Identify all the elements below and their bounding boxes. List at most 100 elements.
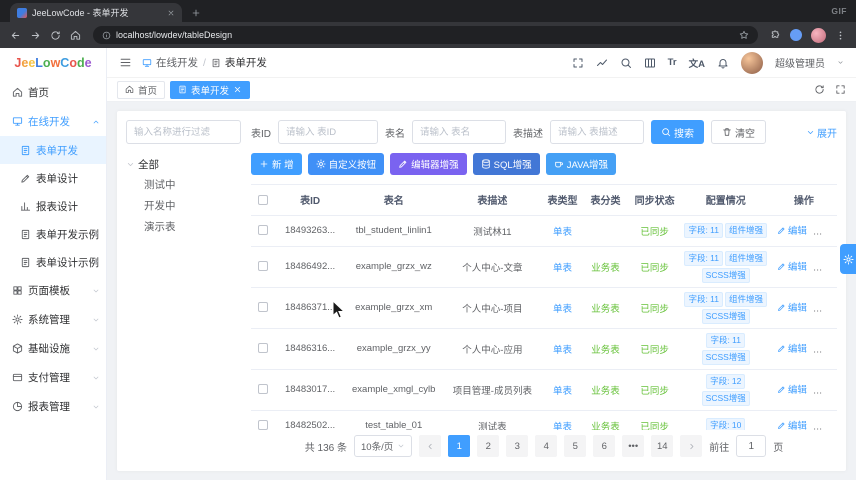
browser-tab[interactable]: JeeLowCode - 表单开发 xyxy=(10,3,182,22)
page-button-last[interactable]: 14 xyxy=(651,435,674,457)
bookmark-star-icon[interactable] xyxy=(739,30,749,40)
tab-form-dev[interactable]: 表单开发 xyxy=(170,80,251,99)
chevron-down-icon xyxy=(92,287,100,295)
app-header: 在线开发 / 表单开发 Tr 文A 超级管理员 xyxy=(107,48,856,78)
address-bar[interactable]: localhost/lowdev/tableDesign xyxy=(93,26,758,44)
table-desc-input[interactable] xyxy=(550,120,644,144)
sidebar-item-report-mgmt[interactable]: 报表管理 xyxy=(0,392,106,421)
sidebar-item-form-design[interactable]: 表单设计 xyxy=(0,164,106,192)
editor-enhance-button[interactable]: 编辑器增强 xyxy=(390,153,467,175)
edit-button[interactable]: 编辑 xyxy=(777,259,807,273)
row-checkbox[interactable] xyxy=(258,384,269,395)
next-page-button[interactable] xyxy=(680,435,703,457)
sidebar-item-home[interactable]: 首页 xyxy=(0,78,106,107)
back-icon[interactable] xyxy=(10,30,21,41)
sidebar-item-online-dev[interactable]: 在线开发 xyxy=(0,107,106,136)
goto-page-input[interactable] xyxy=(736,435,767,457)
expand-toggle[interactable]: 展开 xyxy=(806,125,837,140)
page-button[interactable]: 4 xyxy=(535,435,558,457)
sidebar-item-form-dev-example[interactable]: 表单开发示例 xyxy=(0,220,106,248)
close-icon[interactable] xyxy=(233,85,242,94)
refresh-icon[interactable] xyxy=(814,84,825,95)
java-enhance-button[interactable]: JAVA增强 xyxy=(545,153,617,175)
site-info-icon[interactable] xyxy=(102,31,111,40)
font-size-icon[interactable]: Tr xyxy=(668,57,677,68)
translate-icon[interactable]: 文A xyxy=(689,56,705,70)
page-button[interactable]: 5 xyxy=(564,435,587,457)
reload-icon[interactable] xyxy=(50,30,61,41)
edit-icon xyxy=(777,262,786,271)
sidebar-item-report-design[interactable]: 报表设计 xyxy=(0,192,106,220)
select-all-checkbox[interactable] xyxy=(258,194,269,205)
row-checkbox[interactable] xyxy=(258,343,269,354)
add-button[interactable]: 新 增 xyxy=(251,153,302,175)
search-button[interactable]: 搜索 xyxy=(651,120,704,144)
column-header: 表分类 xyxy=(582,185,629,216)
avatar[interactable] xyxy=(741,51,763,74)
edit-button[interactable]: 编辑 xyxy=(777,223,807,237)
sidebar-item-payment-mgmt[interactable]: 支付管理 xyxy=(0,363,106,392)
row-checkbox[interactable] xyxy=(258,225,269,236)
browser-profile-avatar[interactable] xyxy=(811,27,826,43)
search-icon[interactable] xyxy=(620,57,632,69)
chevron-down-icon xyxy=(834,227,837,234)
gear-icon xyxy=(12,314,23,325)
edit-button[interactable]: 编辑 xyxy=(777,341,807,355)
sidebar-item-label: 报表设计 xyxy=(36,200,78,213)
row-checkbox[interactable] xyxy=(258,420,269,430)
browser-tabstrip: JeeLowCode - 表单开发 GIF xyxy=(0,0,856,22)
category-panel: 全部 测试中 开发中 演示表 xyxy=(126,120,241,462)
page-size-select[interactable]: 10条/页 xyxy=(354,435,413,457)
tree-node-testing[interactable]: 测试中 xyxy=(126,175,241,196)
username[interactable]: 超级管理员 xyxy=(775,55,825,70)
tab-close-icon[interactable] xyxy=(167,9,175,17)
bell-icon[interactable] xyxy=(717,57,729,69)
expand-icon[interactable] xyxy=(835,84,846,95)
page-button[interactable]: 3 xyxy=(506,435,529,457)
tree-filter-input[interactable] xyxy=(126,120,241,144)
hamburger-icon[interactable] xyxy=(119,56,132,69)
table-name-input[interactable] xyxy=(412,120,506,144)
browser-toolbar: localhost/lowdev/tableDesign xyxy=(0,22,856,48)
tree-node-demo[interactable]: 演示表 xyxy=(126,217,241,238)
row-checkbox[interactable] xyxy=(258,302,269,313)
sidebar-item-system-mgmt[interactable]: 系统管理 xyxy=(0,305,106,334)
row-checkbox[interactable] xyxy=(258,261,269,272)
edit-button[interactable]: 编辑 xyxy=(777,382,807,396)
extensions-icon[interactable] xyxy=(770,29,781,41)
tree-node-all[interactable]: 全部 xyxy=(126,153,241,175)
edit-button[interactable]: 编辑 xyxy=(777,300,807,314)
custom-button-button[interactable]: 自定义按钮 xyxy=(307,153,385,175)
more-pages-button[interactable]: ••• xyxy=(622,435,645,457)
browser-home-icon[interactable] xyxy=(70,30,81,41)
clear-button[interactable]: 清空 xyxy=(711,120,766,144)
tree-node-developing[interactable]: 开发中 xyxy=(126,196,241,217)
breadcrumb-parent[interactable]: 在线开发 xyxy=(156,55,198,70)
tab-home[interactable]: 首页 xyxy=(117,80,166,99)
page-button[interactable]: 6 xyxy=(593,435,616,457)
table-id-input[interactable] xyxy=(278,120,378,144)
forward-icon[interactable] xyxy=(30,30,41,41)
action-toolbar: 新 增 自定义按钮 编辑器增强 SQL增强 JAVA增强 xyxy=(251,153,837,175)
table-row: 18493263... tbl_student_linlin1 测试林11 单表… xyxy=(251,215,837,247)
sidebar-item-label: 系统管理 xyxy=(28,314,70,326)
prev-page-button[interactable] xyxy=(419,435,442,457)
sidebar-item-form-design-example[interactable]: 表单设计示例 xyxy=(0,248,106,276)
app-logo[interactable]: JeeLowCode xyxy=(0,48,106,78)
page-button[interactable]: 1 xyxy=(448,435,471,457)
edit-button[interactable]: 编辑 xyxy=(777,418,807,430)
sidebar-item-page-template[interactable]: 页面模板 xyxy=(0,276,106,305)
home-icon xyxy=(125,85,134,94)
new-tab-icon[interactable] xyxy=(191,8,201,18)
sidebar-item-form-dev[interactable]: 表单开发 xyxy=(0,136,106,164)
theme-settings-button[interactable] xyxy=(840,244,856,274)
sidebar-submenu: 表单开发 表单设计 报表设计 表单开发示例 表单设计示例 xyxy=(0,136,106,276)
sidebar-item-infrastructure[interactable]: 基础设施 xyxy=(0,334,106,363)
line-chart-icon[interactable] xyxy=(596,57,608,69)
sql-enhance-button[interactable]: SQL增强 xyxy=(472,153,540,175)
browser-menu-icon[interactable] xyxy=(835,30,846,41)
columns-layout-icon[interactable] xyxy=(644,57,656,69)
extension-badge[interactable] xyxy=(790,29,802,41)
fullscreen-icon[interactable] xyxy=(572,57,584,69)
page-button[interactable]: 2 xyxy=(477,435,500,457)
